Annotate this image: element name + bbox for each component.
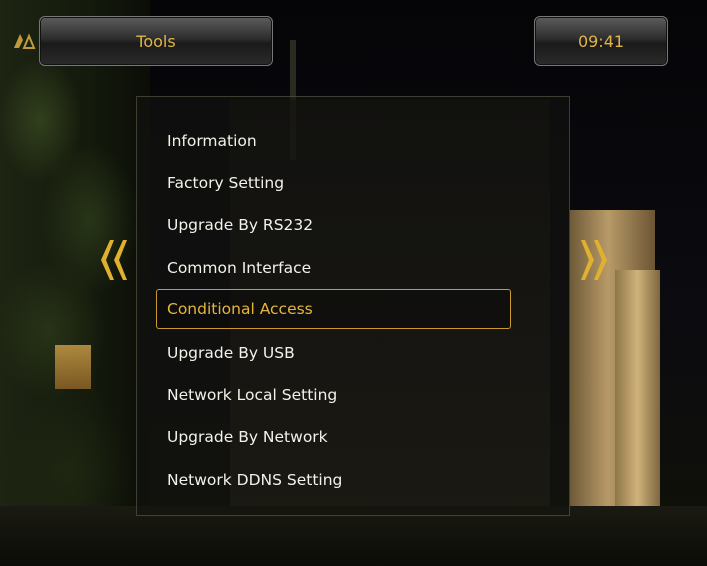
menu-item-upgrade-usb[interactable]: Upgrade By USB	[157, 333, 511, 373]
menu-item-label: Upgrade By RS232	[167, 216, 314, 234]
menu-item-label: Common Interface	[167, 259, 312, 277]
menu-item-label: Information	[167, 132, 257, 150]
menu-item-network-ddns-setting[interactable]: Network DDNS Setting	[157, 460, 511, 500]
double-chevron-left-icon[interactable]	[100, 238, 130, 282]
lit-tower-front	[615, 270, 660, 520]
clock: 09:41	[534, 16, 668, 66]
menu-item-label: Upgrade By Network	[167, 428, 328, 446]
menu-item-upgrade-network[interactable]: Upgrade By Network	[157, 417, 511, 457]
screen-title: Tools	[39, 16, 273, 66]
menu-item-upgrade-rs232[interactable]: Upgrade By RS232	[157, 205, 511, 245]
menu-item-label: Factory Setting	[167, 174, 285, 192]
menu-item-conditional-access[interactable]: Conditional Access	[156, 289, 511, 329]
menu-item-label: Upgrade By USB	[167, 344, 295, 362]
menu-item-label: Conditional Access	[167, 300, 313, 318]
ivy-wall	[0, 0, 150, 566]
menu-item-factory-setting[interactable]: Factory Setting	[157, 163, 511, 203]
menu-item-network-local-setting[interactable]: Network Local Setting	[157, 375, 511, 415]
menu-item-information[interactable]: Information	[157, 121, 511, 161]
lit-window	[55, 345, 91, 389]
menu-item-label: Network Local Setting	[167, 386, 338, 404]
receiver-logo-icon	[14, 33, 36, 49]
screen-title-text: Tools	[136, 31, 176, 51]
menu-item-label: Network DDNS Setting	[167, 471, 343, 489]
double-chevron-right-icon[interactable]	[578, 238, 608, 282]
tools-menu: Information Factory Setting Upgrade By R…	[136, 96, 570, 516]
clock-text: 09:41	[577, 31, 625, 51]
menu-item-common-interface[interactable]: Common Interface	[157, 248, 511, 288]
